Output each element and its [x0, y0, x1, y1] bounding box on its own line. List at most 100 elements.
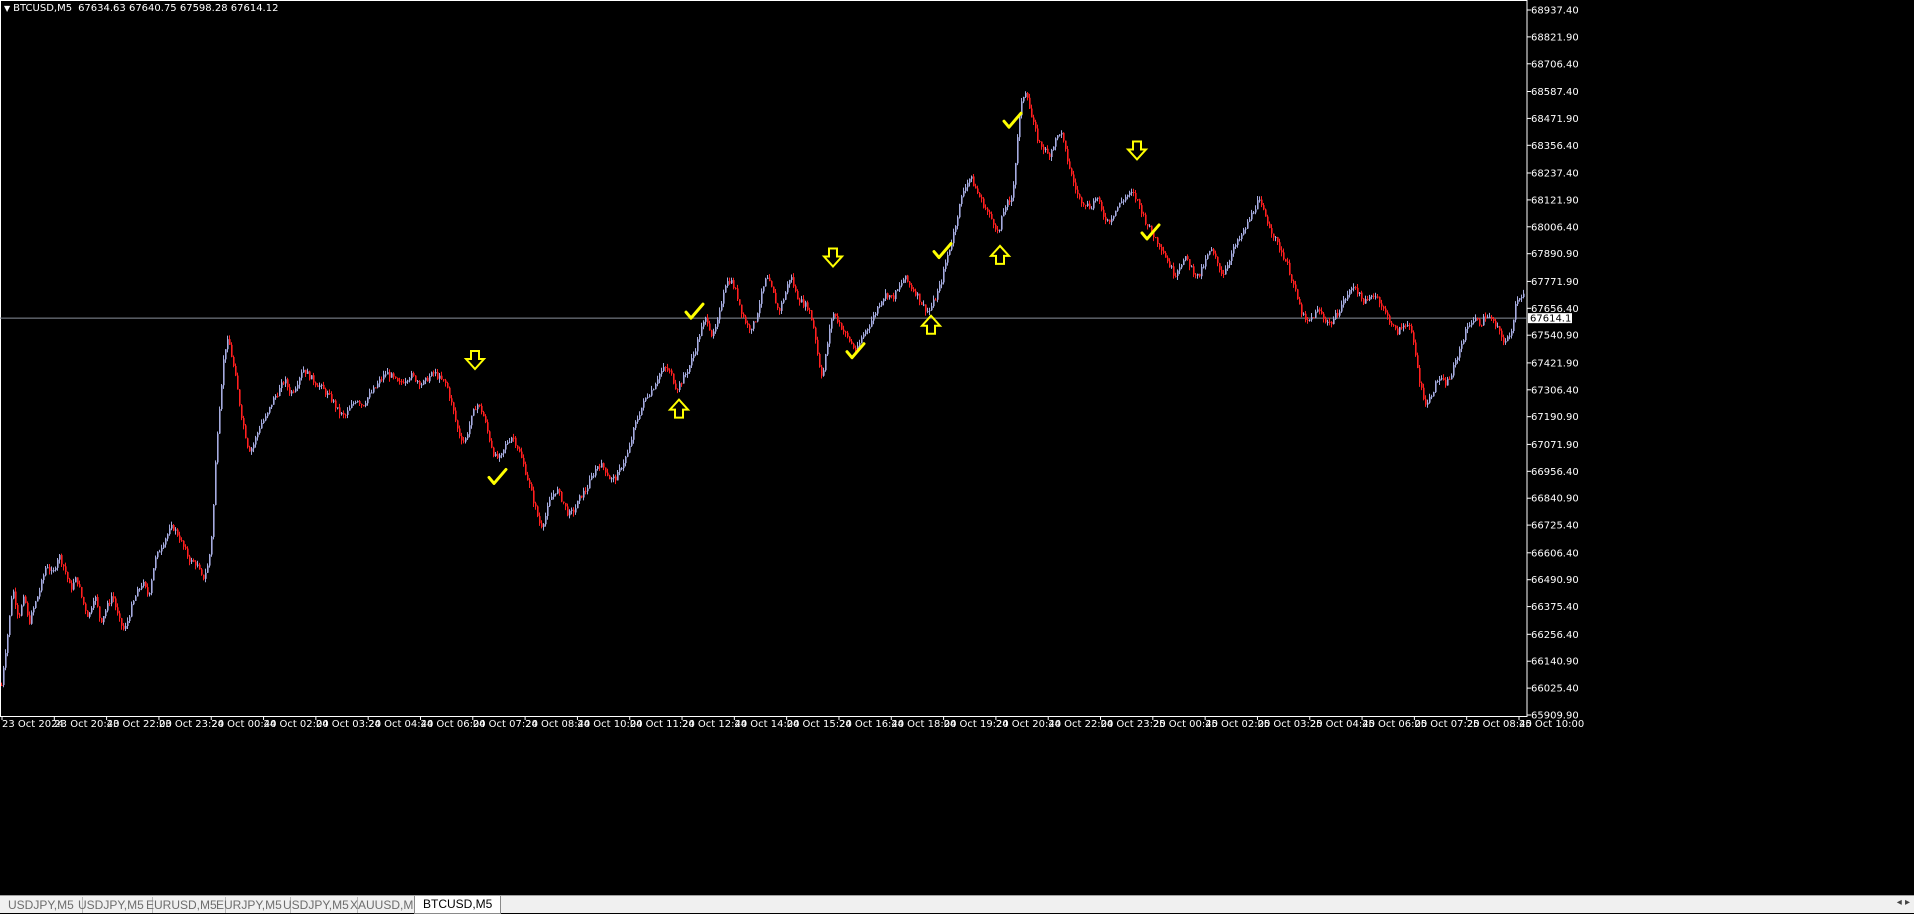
candle-body [537, 506, 539, 517]
candle-body [101, 618, 103, 623]
candle-body [1399, 327, 1401, 335]
candle-body [243, 418, 245, 426]
candle-body [1245, 228, 1247, 230]
candle-body [665, 367, 667, 369]
candle-body [1091, 208, 1093, 210]
candle-body [461, 436, 463, 441]
candle-body [753, 321, 755, 329]
candle-body [725, 285, 727, 293]
tab-scroll-arrows-icon[interactable]: ◂ ▸ [1897, 897, 1910, 908]
candle-body [307, 371, 309, 374]
candle-body [977, 188, 979, 193]
candle-body [119, 613, 121, 619]
candle-body [473, 409, 475, 416]
chart-tabs-bar: USDJPY,M5 USDJPY,M5 EURUSD,M5 EURJPY,M5 … [0, 895, 1914, 914]
price-chart[interactable]: 68937.40 68821.90 68706.40 68587.40 68471.90… [0, 0, 1914, 893]
candle-body [455, 410, 457, 421]
candle-body [865, 330, 867, 335]
candle-body [1505, 341, 1507, 343]
candle-body [299, 377, 301, 385]
candle-body [261, 422, 263, 429]
candle-body [579, 495, 581, 501]
candle-body [853, 343, 855, 348]
candle-body [1007, 200, 1009, 208]
candle-body [1301, 304, 1303, 315]
candle-body [561, 491, 563, 502]
candle-body [721, 303, 723, 311]
candle-body [1065, 140, 1067, 150]
candle-body [1019, 115, 1021, 138]
candle-body [743, 313, 745, 317]
candle-body [995, 224, 997, 230]
tab-btcusd[interactable]: BTCUSD,M5 [414, 896, 502, 914]
candle-body [791, 277, 793, 280]
candle-body [905, 275, 907, 280]
candle-body [309, 371, 311, 380]
candle-body [1385, 308, 1387, 313]
candle-body [423, 380, 425, 385]
candle-body [1471, 322, 1473, 326]
candle-body [885, 293, 887, 299]
candle-body [35, 601, 37, 608]
candle-body [781, 302, 783, 311]
candle-body [1397, 328, 1399, 335]
candle-body [747, 323, 749, 326]
candle-body [153, 568, 155, 581]
candle-body [779, 308, 781, 311]
candle-body [677, 389, 679, 391]
candle-body [673, 373, 675, 384]
candle-body [1455, 359, 1457, 366]
candle-body [1133, 192, 1135, 194]
candle-body [1465, 329, 1467, 341]
candle-body [179, 535, 181, 541]
candle-body [845, 331, 847, 333]
candle-body [1107, 219, 1109, 221]
candle-body [955, 225, 957, 232]
candle-body [1281, 250, 1283, 253]
candle-body [971, 176, 973, 179]
candle-body [1147, 224, 1149, 227]
candle-body [1039, 141, 1041, 143]
y-tick-label: 68706.40 [1531, 59, 1579, 70]
candle-body [1381, 303, 1383, 307]
candle-body [1089, 203, 1091, 209]
chart-area[interactable]: 68937.40 68821.90 68706.40 68587.40 68471.90… [0, 0, 1914, 893]
candle-body [1371, 295, 1373, 297]
candle-body [517, 445, 519, 449]
candle-body [1305, 313, 1307, 321]
candle-body [975, 186, 977, 189]
candle-body [1193, 266, 1195, 275]
candle-body [1459, 348, 1461, 358]
candle-body [239, 389, 241, 406]
candle-body [285, 379, 287, 384]
candle-body [571, 509, 573, 511]
candle-body [411, 373, 413, 379]
candle-body [1141, 205, 1143, 214]
candle-body [1125, 196, 1127, 201]
candle-body [1343, 299, 1345, 305]
candle-body [685, 373, 687, 375]
candle-body [1173, 266, 1175, 276]
candle-body [809, 309, 811, 311]
candle-body [807, 302, 809, 310]
collapse-triangle-icon[interactable]: ▼ [4, 4, 10, 13]
candle-body [1437, 381, 1439, 383]
candle-body [51, 570, 53, 572]
candle-body [987, 208, 989, 212]
candle-body [555, 493, 557, 495]
candle-body [841, 323, 843, 330]
candle-body [1339, 311, 1341, 316]
candle-body [1, 685, 3, 687]
candle-body [1209, 250, 1211, 255]
candle-body [381, 379, 383, 381]
candle-body [993, 219, 995, 225]
candle-body [641, 407, 643, 416]
candle-body [737, 288, 739, 300]
candle-body [679, 383, 681, 390]
candle-body [873, 315, 875, 321]
candle-body [1077, 189, 1079, 195]
candle-body [449, 387, 451, 399]
candle-body [543, 524, 545, 527]
candle-body [377, 383, 379, 388]
candle-body [871, 320, 873, 327]
